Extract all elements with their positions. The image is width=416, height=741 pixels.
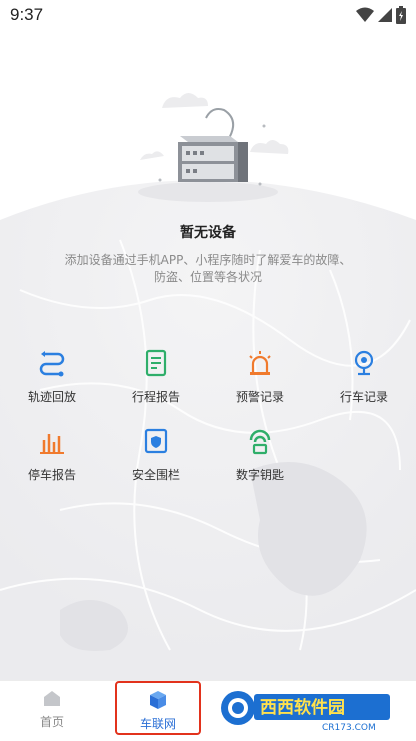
route-replay-icon xyxy=(35,346,69,380)
alarm-light-icon xyxy=(243,346,277,380)
empty-state-title: 暂无设备 xyxy=(180,225,236,241)
watermark-logo: 西西软件园 CR173.COM xyxy=(221,691,390,733)
feature-label: 轨迹回放 xyxy=(27,390,76,404)
feature-label: 行车记录 xyxy=(339,390,388,404)
svg-text:西西软件园: 西西软件园 xyxy=(260,697,345,718)
home-icon xyxy=(44,691,60,706)
feature-label: 停车报告 xyxy=(27,468,76,482)
feature-route-replay[interactable]: 轨迹回放 xyxy=(0,346,104,416)
status-time: 9:37 xyxy=(10,5,44,24)
feature-trip-report[interactable]: 行程报告 xyxy=(104,346,208,416)
feature-label: 数字钥匙 xyxy=(235,468,284,482)
feature-parking-report[interactable]: 停车报告 xyxy=(0,424,104,494)
cellular-signal-icon xyxy=(378,8,392,22)
feature-row: 轨迹回放 行程报告 预警记录 行车记录 xyxy=(0,346,416,424)
tab-iov-label: 车联网 xyxy=(139,717,176,731)
feature-label: 安全围栏 xyxy=(131,468,180,482)
wifi-icon xyxy=(356,7,374,22)
digital-key-icon xyxy=(243,424,277,458)
feature-digital-key[interactable]: 数字钥匙 xyxy=(208,424,312,494)
cube-icon xyxy=(150,691,166,709)
status-icons xyxy=(356,6,406,24)
svg-text:CR173.COM: CR173.COM xyxy=(322,723,376,733)
feature-row: 停车报告 安全围栏 数字钥匙 xyxy=(0,424,416,502)
empty-state-description: 添加设备通过手机APP、小程序随时了解爱车的故障、防盗、位置等各状况 xyxy=(64,253,352,284)
tab-iov[interactable]: 车联网 xyxy=(115,681,201,735)
battery-charging-icon xyxy=(396,6,406,24)
parking-report-icon xyxy=(35,424,69,458)
feature-driving-record[interactable]: 行车记录 xyxy=(312,346,416,416)
feature-safety-fence[interactable]: 安全围栏 xyxy=(104,424,208,494)
status-bar: 9:37 xyxy=(0,0,416,34)
feature-label: 预警记录 xyxy=(235,390,284,404)
feature-alarm-record[interactable]: 预警记录 xyxy=(208,346,312,416)
tab-home-label: 首页 xyxy=(39,715,64,729)
feature-grid: 轨迹回放 行程报告 预警记录 行车记录 停车报告 安全围栏 数字钥匙 xyxy=(0,346,416,502)
geofence-shield-icon xyxy=(139,424,173,458)
trip-report-icon xyxy=(139,346,173,380)
server-device-illustration xyxy=(138,93,289,202)
dashcam-icon xyxy=(347,346,381,380)
tab-home[interactable]: 首页 xyxy=(12,681,92,741)
feature-label: 行程报告 xyxy=(131,390,180,404)
